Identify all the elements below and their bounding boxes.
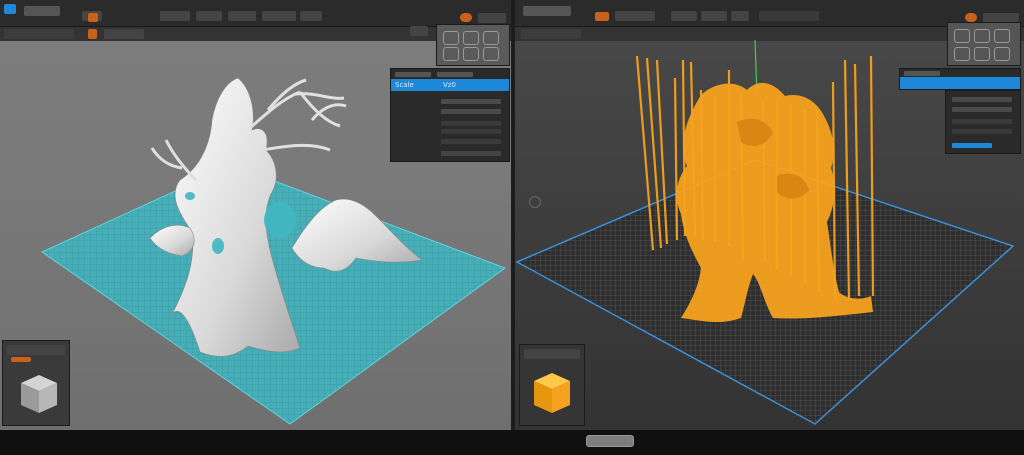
right-slider-2[interactable] xyxy=(952,129,1012,134)
right-panel-footer[interactable] xyxy=(952,143,992,148)
right-panel-row-3[interactable] xyxy=(952,107,1012,112)
right-view-icon-1[interactable] xyxy=(954,29,970,43)
left-panel-row-1[interactable] xyxy=(395,72,431,77)
left-view-icon-3[interactable] xyxy=(483,31,499,45)
bottom-bar xyxy=(0,430,1024,455)
left-scene xyxy=(40,77,507,425)
right-view-icon-5[interactable] xyxy=(974,47,990,61)
left-view-icon-5[interactable] xyxy=(463,47,479,61)
left-mini-view[interactable] xyxy=(2,340,70,426)
right-panel-selected[interactable] xyxy=(900,77,952,89)
left-panel-selected[interactable]: Scale xyxy=(391,79,439,91)
left-panel-row-4[interactable] xyxy=(441,109,501,114)
left-view-icon-1[interactable] xyxy=(443,31,459,45)
right-panel-row-2[interactable] xyxy=(952,97,1012,102)
right-view-icon-4[interactable] xyxy=(954,47,970,61)
right-view-icons xyxy=(947,22,1021,66)
right-panel-row-1[interactable] xyxy=(904,71,940,76)
left-panel-footer[interactable] xyxy=(441,151,501,156)
right-gizmo-icon[interactable] xyxy=(529,196,541,208)
bottom-handle[interactable] xyxy=(586,435,634,447)
left-panel-selected-label: Scale xyxy=(395,81,414,89)
left-slider-2[interactable] xyxy=(441,129,501,134)
left-view-icon-6[interactable] xyxy=(483,47,499,61)
left-panel-row-2[interactable] xyxy=(437,72,473,77)
left-viewport[interactable]: Scale Vz0 xyxy=(0,0,511,430)
right-object-panel xyxy=(945,90,1021,154)
right-viewport[interactable] xyxy=(515,0,1024,430)
left-slider-1[interactable] xyxy=(441,121,501,126)
right-slider-1[interactable] xyxy=(952,119,1012,124)
left-panel-secondary-label: Vz0 xyxy=(443,81,456,89)
right-mini-view[interactable] xyxy=(519,344,585,426)
right-view-icon-2[interactable] xyxy=(974,29,990,43)
right-panel-selected-wide[interactable] xyxy=(952,77,1020,89)
right-view-icon-3[interactable] xyxy=(994,29,1010,43)
left-panel-row-3[interactable] xyxy=(441,99,501,104)
left-view-icons xyxy=(436,24,510,66)
left-panel-selected-wide[interactable]: Vz0 xyxy=(439,79,509,91)
cube-icon xyxy=(534,373,570,413)
left-viewport-menu[interactable] xyxy=(410,26,428,36)
cube-icon xyxy=(21,375,57,413)
right-object-panel-header xyxy=(899,68,1021,90)
right-view-icon-6[interactable] xyxy=(994,47,1010,61)
left-view-icon-2[interactable] xyxy=(463,31,479,45)
left-slider-3[interactable] xyxy=(441,139,501,144)
left-object-panel: Scale Vz0 xyxy=(390,68,510,162)
left-view-icon-4[interactable] xyxy=(443,47,459,61)
